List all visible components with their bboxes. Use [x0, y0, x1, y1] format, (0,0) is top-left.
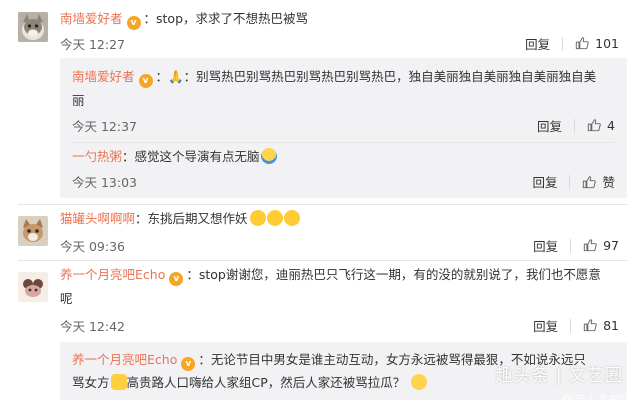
- comment-time: 今天 09:36: [60, 239, 125, 254]
- clap-emoji-icon: [110, 374, 127, 390]
- avatar[interactable]: [18, 272, 48, 302]
- divider: [570, 238, 572, 253]
- divider: [569, 174, 571, 189]
- comment-time: 今天 12:27: [60, 37, 125, 52]
- username-link[interactable]: 南墙爱好者: [60, 11, 123, 26]
- comment-text: 猫罐头啊啊啊：东挑后期又想作妖: [60, 210, 300, 228]
- watermark-author: 作者 | 冬知道: [561, 393, 633, 400]
- like-button[interactable]: 97: [583, 238, 619, 253]
- reply-body: ：感觉这个导演有点无脑: [122, 149, 260, 164]
- username-link[interactable]: 一勺热粥: [72, 149, 122, 164]
- reply-text: 南墙爱好者 v ：🙏：别骂热巴别骂热巴别骂热巴别骂热巴，独自美丽独自美丽独自美丽独自…: [72, 68, 596, 88]
- watermark: 趣头条 | 文艺圈: [495, 366, 623, 386]
- reply-time: 今天 13:03: [72, 175, 137, 190]
- reply-time: 今天 12:37: [72, 119, 137, 134]
- reply-body: 高贵路人口嗨给人家组CP，然后人家还被骂拉瓜？: [126, 375, 406, 390]
- like-count: 赞: [602, 175, 615, 190]
- username-link[interactable]: 养一个月亮吧Echo: [60, 267, 165, 282]
- thumbs-up-icon: [583, 318, 597, 332]
- like-button[interactable]: 4: [587, 118, 615, 133]
- divider: [574, 118, 576, 133]
- smile-emoji-icon: [411, 374, 428, 390]
- username-link[interactable]: 南墙爱好者: [72, 69, 135, 84]
- verified-badge-icon: v: [181, 357, 196, 371]
- reply-button[interactable]: 回复: [533, 236, 558, 255]
- grin-emoji-icon: [283, 210, 300, 226]
- grin-emoji-icon: [249, 210, 266, 226]
- comment-actions: 回复 97: [533, 236, 619, 255]
- reply-button[interactable]: 回复: [525, 34, 550, 53]
- like-count: 97: [603, 238, 619, 253]
- reply-button[interactable]: 回复: [537, 116, 562, 135]
- verified-badge-icon: v: [138, 74, 153, 88]
- like-button[interactable]: 81: [583, 318, 619, 333]
- verified-badge-icon: v: [126, 16, 141, 30]
- reply-body: ：别骂热巴别骂热巴别骂热巴别骂热巴，独自美丽独自美丽独自美丽独自美: [183, 69, 597, 84]
- reply-text: 一勺热粥：感觉这个导演有点无脑: [72, 148, 277, 166]
- avatar[interactable]: [18, 216, 48, 246]
- like-button[interactable]: 101: [575, 36, 619, 51]
- reply-text-line2: 丽: [72, 93, 85, 108]
- reply-button[interactable]: 回复: [532, 172, 557, 191]
- like-button[interactable]: 赞: [582, 172, 615, 191]
- emoji-icon: [260, 148, 277, 164]
- thumbs-up-icon: [575, 36, 589, 50]
- comment-text: 南墙爱好者 v ：stop，求求了不想热巴被骂: [60, 10, 308, 30]
- reply-body: 骂女方: [72, 375, 110, 390]
- thumbs-up-icon: [583, 238, 597, 252]
- comment-time: 今天 12:42: [60, 319, 125, 334]
- divider: [562, 36, 564, 51]
- reply-actions: 回复 4: [537, 116, 615, 135]
- divider: [72, 142, 615, 143]
- divider: [570, 318, 572, 333]
- reply-button[interactable]: 回复: [533, 316, 558, 335]
- comment-text-line2: 呢: [60, 291, 73, 306]
- comment-actions: 回复 81: [533, 316, 619, 335]
- username-link[interactable]: 猫罐头啊啊啊: [60, 211, 135, 226]
- reply-body: ：🙏: [155, 69, 184, 84]
- comment-text: 养一个月亮吧Echo v ：stop谢谢您，迪丽热巴只飞行这一期，有的没的就别说了，…: [60, 266, 601, 286]
- divider: [18, 260, 627, 261]
- comment-body: ：东挑后期又想作妖: [135, 211, 248, 226]
- like-count: 4: [607, 118, 615, 133]
- verified-badge-icon: v: [169, 272, 184, 286]
- grin-emoji-icon: [266, 210, 283, 226]
- pray-emoji-icon: 🙏: [168, 69, 184, 84]
- like-count: 101: [595, 36, 619, 51]
- reply-actions: 回复 赞: [532, 172, 615, 191]
- like-count: 81: [603, 318, 619, 333]
- reply-text-line2: 骂女方 高贵路人口嗨给人家组CP，然后人家还被骂拉瓜？: [72, 374, 428, 392]
- comment-body: ：stop谢谢您，迪丽热巴只飞行这一期，有的没的就别说了，我们也不愿意: [186, 267, 601, 282]
- username-link[interactable]: 养一个月亮吧Echo: [72, 352, 177, 367]
- comment-actions: 回复 101: [525, 34, 619, 53]
- comment-body: ：stop，求求了不想热巴被骂: [143, 11, 309, 26]
- divider: [18, 204, 627, 205]
- thumbs-up-icon: [587, 118, 601, 132]
- reply-list: 南墙爱好者 v ：🙏：别骂热巴别骂热巴别骂热巴别骂热巴，独自美丽独自美丽独自美丽独自…: [60, 58, 627, 198]
- thumbs-up-icon: [582, 175, 596, 189]
- avatar[interactable]: [18, 12, 48, 42]
